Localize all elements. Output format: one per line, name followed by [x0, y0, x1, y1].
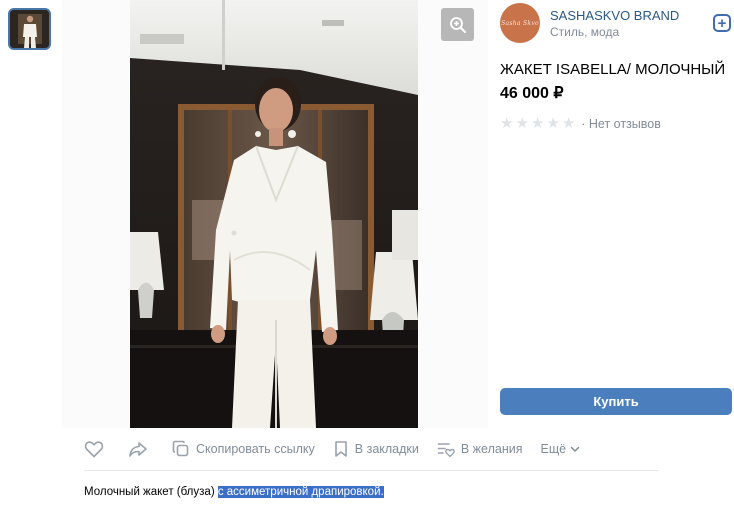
copy-icon [172, 440, 189, 457]
copy-link-label: Скопировать ссылку [196, 442, 315, 456]
heart-icon [84, 441, 104, 458]
star-icon: ★ [561, 115, 576, 132]
divider [84, 470, 658, 471]
shop-name-link[interactable]: SASHASKVO BRAND [550, 8, 679, 23]
share-icon [129, 442, 147, 457]
shop-avatar-signature: Sasha Skvo [501, 19, 539, 27]
photo-viewer [62, 0, 488, 428]
plus-icon: + [717, 14, 727, 32]
product-photo-image [130, 0, 418, 428]
action-bar: Скопировать ссылку В закладки В желания … [84, 435, 581, 463]
star-icon: ★ [500, 115, 514, 132]
star-icon: ★ [515, 115, 529, 132]
thumbnail-image [10, 10, 49, 48]
description-text: Молочный жакет (блуза) [84, 486, 218, 498]
buy-button[interactable]: Купить [500, 388, 732, 415]
zoom-button[interactable] [441, 8, 474, 41]
description-selected-text: с ассиметричной драпировкой. [217, 486, 384, 498]
wishlist-icon [437, 443, 455, 458]
share-button[interactable] [128, 440, 148, 458]
thumbnail-rail [0, 0, 62, 428]
chevron-down-icon [570, 446, 580, 452]
zoom-in-icon [449, 16, 466, 33]
product-photo[interactable] [130, 0, 418, 428]
product-description: Молочный жакет (блуза) с ассиметричной д… [84, 486, 384, 498]
reviews-count: · Нет отзывов [581, 116, 661, 131]
shop-avatar[interactable]: Sasha Skvo [500, 3, 540, 43]
more-label: Ещё [540, 442, 567, 456]
product-title: ЖАКЕТ ISABELLA/ МОЛОЧНЫЙ [500, 61, 726, 78]
product-price: 46 000 ₽ [500, 85, 564, 102]
more-menu-button[interactable]: Ещё [540, 442, 581, 456]
product-thumbnail[interactable] [8, 8, 51, 50]
star-icon: ★ [530, 115, 545, 132]
wishlist-label: В желания [460, 442, 523, 456]
add-to-collection-button[interactable]: + [713, 14, 731, 32]
wishlist-button[interactable]: В желания [437, 440, 523, 458]
product-rating: ★ ★ ★ ★ ★ · Нет отзывов [500, 116, 661, 131]
copy-link-button[interactable]: Скопировать ссылку [172, 440, 315, 458]
bookmark-label: В закладки [354, 442, 419, 456]
star-icon: ★ [546, 115, 560, 132]
bookmark-icon [334, 441, 347, 457]
product-details-panel: Sasha Skvo SASHASKVO BRAND Стиль, мода +… [488, 0, 734, 428]
shop-category: Стиль, мода [550, 25, 620, 39]
like-button[interactable] [84, 440, 104, 458]
bookmark-button[interactable]: В закладки [333, 440, 419, 458]
